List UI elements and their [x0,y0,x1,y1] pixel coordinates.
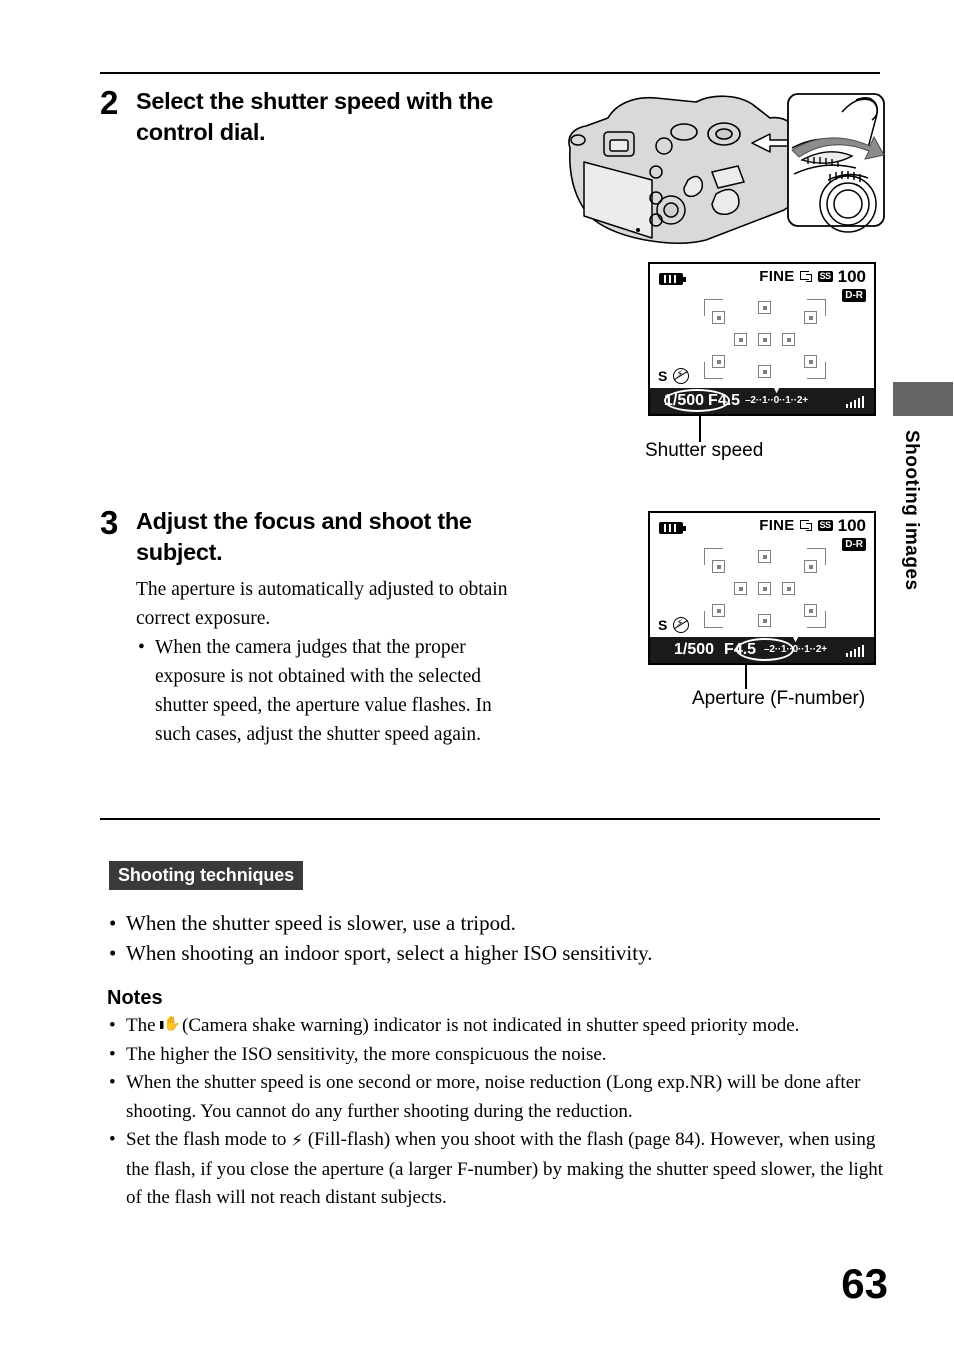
lcd-status-bar: 1/500 F4.5 ▼ –2··1··0··1··2+ [650,635,874,663]
list-item: When shooting an indoor sport, select a … [107,938,897,968]
af-point [804,311,817,324]
aperture-caption: Aperture (F-number) [692,688,866,709]
side-tab-label: Shooting images [901,430,922,591]
ev-scale-text: –2··1··0··1··2+ [764,644,827,655]
battery-icon [659,273,686,285]
step-3-number: 3 [100,504,118,541]
signal-bars-icon [845,645,864,657]
aperture-value: F4.5 [708,392,741,409]
lcd-mode-row: S [658,368,690,384]
dro-badge: D-R [842,538,866,551]
battery-icon [659,522,686,534]
top-divider-rule [100,72,880,74]
af-point [782,333,795,346]
lcd-display-aperture: FINE SS 100 D-R S ⚡ 1/500 F4.5 ▼ –2··1··… [648,511,876,665]
shutter-speed-value: 1/500 [674,641,715,658]
notes-heading: Notes [107,987,163,1009]
af-point [712,311,725,324]
step-2: 2 Select the shutter speed with the cont… [100,86,530,148]
aperture-value: F4.5 [724,641,757,658]
side-tab-block [893,382,953,416]
drive-mode-icon [799,271,813,282]
flash-off-icon [673,617,690,633]
list-item: Set the flash mode to ⚡ (Fill-flash) whe… [107,1126,897,1213]
drive-mode-icon [799,520,813,531]
ev-scale-text: –2··1··0··1··2+ [745,395,808,406]
shutter-speed-value: 1/500 [664,392,705,409]
step-2-number: 2 [100,84,118,121]
manual-page: 2 Select the shutter speed with the cont… [0,0,954,1345]
list-item: When the camera judges that the proper e… [136,633,530,749]
af-point [712,355,725,368]
af-point-area [690,299,840,379]
af-point [804,604,817,617]
af-point [734,333,747,346]
af-point [804,560,817,573]
af-point [758,333,771,346]
dro-badge: D-R [842,289,866,302]
note-1-suffix: (Camera shake warning) indicator is not … [177,1015,800,1036]
af-point [758,550,771,563]
af-point [758,301,771,314]
ev-marker: ▼ [791,634,800,644]
exposure-mode-label: S [658,368,668,384]
lcd-top-right-group: FINE SS 100 D-R [759,268,866,303]
af-point [782,582,795,595]
af-point [734,582,747,595]
notes-list: The (Camera shake warning) indicator is … [107,1012,897,1213]
list-item: The higher the ISO sensitivity, the more… [107,1041,897,1070]
lcd-top-right-group: FINE SS 100 D-R [759,517,866,552]
flash-off-icon [673,368,690,384]
ev-marker: ▼ [772,385,781,395]
list-item: When the shutter speed is slower, use a … [107,908,897,938]
page-number: 63 [841,1260,888,1307]
af-point [758,614,771,627]
note-1-prefix: The [126,1015,161,1036]
list-item: The (Camera shake warning) indicator is … [107,1012,897,1041]
quality-label: FINE [759,516,795,534]
af-point [758,365,771,378]
af-point [758,582,771,595]
steadyshot-icon: SS [817,520,833,531]
fill-flash-icon: ⚡ [291,1131,304,1151]
ev-scale: ▼ –2··1··0··1··2+ [764,635,827,656]
iso-value: 100 [837,516,866,535]
ev-scale: ▼ –2··1··0··1··2+ [745,386,808,407]
af-point-area [690,548,840,628]
exposure-mode-label: S [658,617,668,633]
af-point [804,355,817,368]
shutter-speed-caption: Shutter speed [645,440,764,461]
step-3-body: The aperture is automatically adjusted t… [136,575,530,749]
step-3-paragraph: The aperture is automatically adjusted t… [136,579,508,629]
shooting-techniques-list: When the shutter speed is slower, use a … [107,908,897,968]
shutter-speed-leader-line [699,414,701,442]
iso-value: 100 [837,267,866,286]
af-point [712,604,725,617]
list-item: When the shutter speed is one second or … [107,1069,897,1126]
camera-control-dial-illustration [556,88,886,246]
note-4-prefix: Set the flash mode to [126,1129,292,1150]
mid-divider-rule [100,818,880,820]
aperture-leader-line [745,663,747,689]
quality-label: FINE [759,267,795,285]
step-2-heading: Select the shutter speed with the contro… [136,88,494,145]
af-point [712,560,725,573]
lcd-status-bar: 1/500 F4.5 ▼ –2··1··0··1··2+ [650,386,874,414]
step-3: 3 Adjust the focus and shoot the subject… [100,506,530,749]
camera-shake-warning-icon [160,1017,181,1033]
step-3-bullets: When the camera judges that the proper e… [136,633,530,749]
shooting-techniques-badge: Shooting techniques [109,861,304,890]
step-3-heading: Adjust the focus and shoot the subject. [136,508,472,565]
lcd-display-shutter-speed: FINE SS 100 D-R S ⚡ 1/500 F4.5 ▼ –2··1··… [648,262,876,416]
lcd-mode-row: S [658,617,690,633]
signal-bars-icon [845,396,864,408]
steadyshot-icon: SS [817,271,833,282]
